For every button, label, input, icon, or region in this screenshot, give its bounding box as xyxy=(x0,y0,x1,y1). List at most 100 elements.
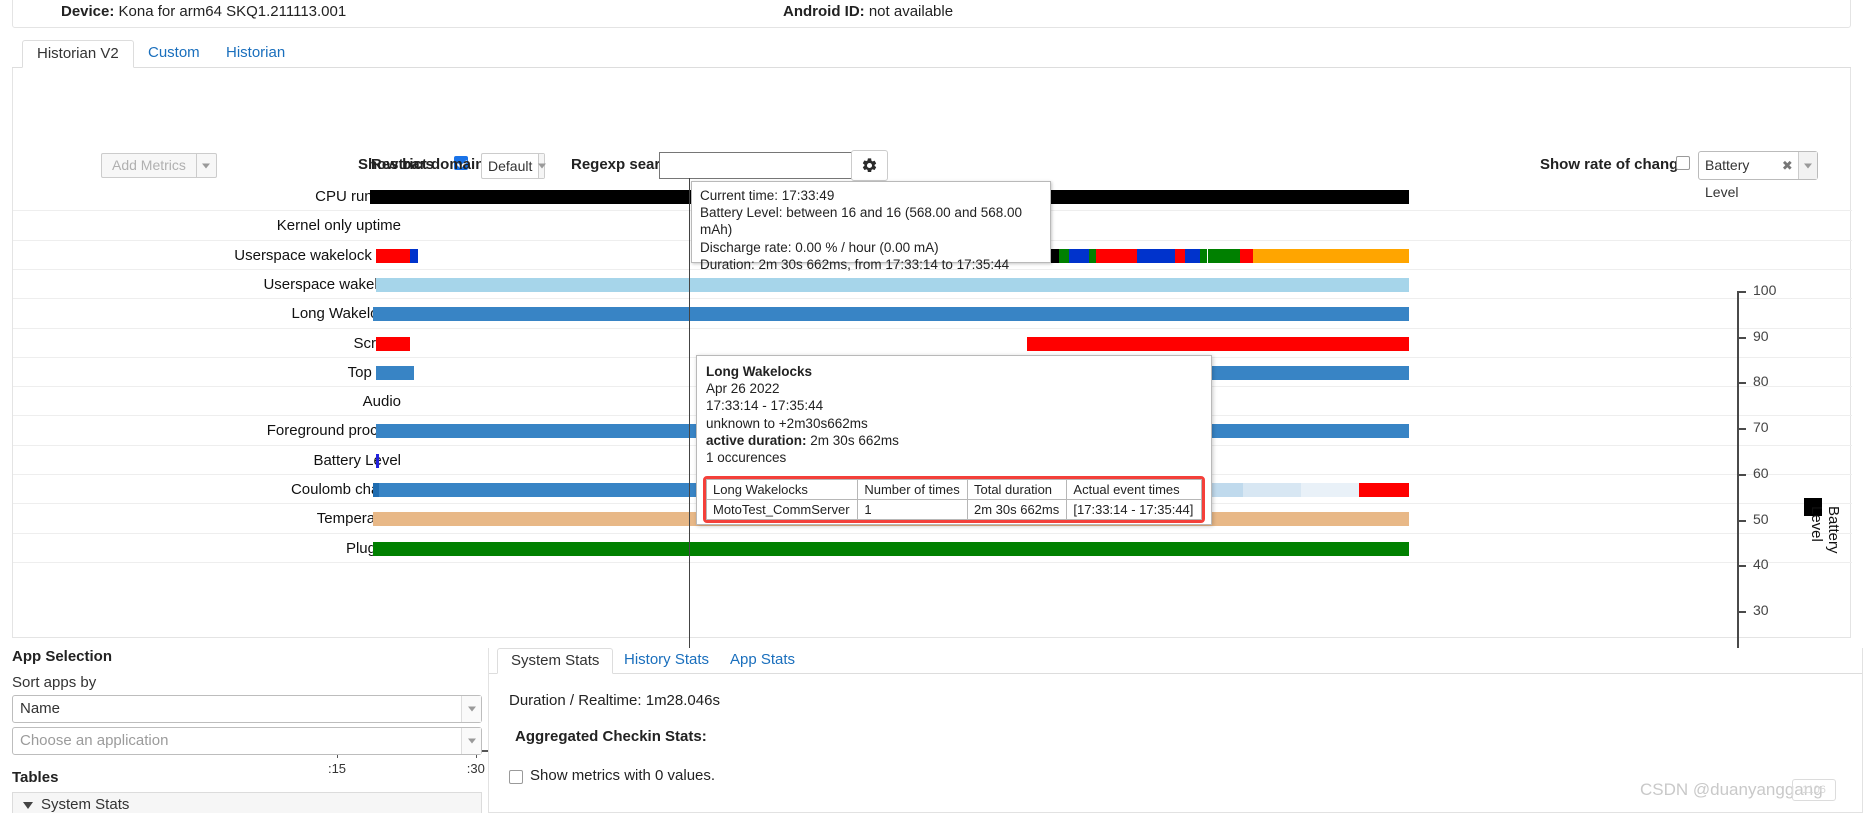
table-row: MotoTest_CommServer 1 2m 30s 662ms [17:33:1… xyxy=(705,499,1202,520)
battery-axis-tick xyxy=(1737,382,1746,385)
restrict-domain-value: Default xyxy=(488,158,533,174)
cursor-tooltip-line-3: Discharge rate: 0.00 % / hour (0.00 mA) xyxy=(700,239,939,255)
event-tooltip-range: 17:33:14 - 17:35:44 xyxy=(706,398,824,414)
timeline-bar-segment[interactable] xyxy=(375,248,410,263)
battery-axis-tick xyxy=(1737,336,1746,339)
android-id-label: Android ID: xyxy=(783,3,865,20)
device-label: Device: xyxy=(61,3,115,20)
timeline-bar-segment[interactable] xyxy=(1026,336,1410,351)
tab-history-stats[interactable]: History Stats xyxy=(611,648,722,674)
watermark-badge: 1106 xyxy=(1792,779,1836,801)
timeline-bar-segment[interactable] xyxy=(375,277,1410,292)
tab-custom[interactable]: Custom xyxy=(134,40,214,68)
timeline-bar-segment[interactable] xyxy=(1239,248,1253,263)
timeline-bar-segment[interactable] xyxy=(375,336,410,351)
show-zero-metrics-checkbox[interactable] xyxy=(509,770,523,784)
timeline-bar-segment[interactable] xyxy=(1095,248,1137,263)
timeline-row-divider xyxy=(13,327,1852,329)
table-cell: 1 xyxy=(857,499,968,520)
timeline-bar-segment[interactable] xyxy=(1200,248,1208,263)
battery-axis-tick-label: 50 xyxy=(1753,510,1769,527)
add-metrics-label: Add Metrics xyxy=(112,157,186,173)
event-tooltip-title: Long Wakelocks xyxy=(706,364,813,379)
timeline-bar-segment[interactable] xyxy=(1175,248,1185,263)
table-cell: [17:33:14 - 17:35:44] xyxy=(1066,499,1202,520)
timeline-row-divider xyxy=(13,561,1852,563)
timeline-bar-segment[interactable] xyxy=(1059,248,1070,263)
show-zero-metrics-label: Show metrics with 0 values. xyxy=(530,767,716,784)
choose-application-select[interactable]: Choose an application xyxy=(12,727,482,755)
timeline-bar-segment[interactable] xyxy=(375,453,379,468)
sort-apps-by-label: Sort apps by xyxy=(12,674,97,691)
timeline-row-divider xyxy=(13,532,1852,534)
timeline-bar-segment[interactable] xyxy=(373,541,1410,556)
timeline-bar-segment[interactable] xyxy=(1069,248,1089,263)
main-tabstrip: Historian V2 Custom Historian xyxy=(12,40,1851,68)
timeline-bar-segment[interactable] xyxy=(373,307,1410,322)
duration-realtime-text: Duration / Realtime: 1m28.046s xyxy=(509,692,720,709)
table-header-cell: Total duration xyxy=(966,479,1068,500)
timeline-bar-segment[interactable] xyxy=(375,365,414,380)
table-header-row: Long Wakelocks Number of times Total durat… xyxy=(705,479,1202,500)
event-tooltip-table-wrapper: Long Wakelocks Number of times Total durat… xyxy=(703,476,1205,523)
event-tooltip-active-duration-value: 2m 30s 662ms xyxy=(810,432,899,448)
tab-historian-v2[interactable]: Historian V2 xyxy=(22,40,134,68)
battery-axis-tick xyxy=(1737,610,1746,613)
historian-chart-panel: Add Metrics Show bars Restrict domain De… xyxy=(12,68,1852,804)
sort-apps-by-arrow[interactable] xyxy=(461,696,481,722)
timeline-bar-segment[interactable] xyxy=(1136,248,1175,263)
regexp-search-input[interactable] xyxy=(659,152,867,179)
timeline-bar-segment[interactable] xyxy=(1242,483,1301,497)
timeline-bar-segment[interactable] xyxy=(1358,483,1410,497)
timeline-bar-segment[interactable] xyxy=(409,248,419,263)
tab-system-stats[interactable]: System Stats xyxy=(497,648,614,674)
timeline-bar-segment[interactable] xyxy=(1252,248,1410,263)
tables-item-label: System Stats xyxy=(41,796,130,813)
battery-axis-tick-label: 80 xyxy=(1753,373,1769,390)
table-cell: MotoTest_CommServer xyxy=(705,499,859,520)
timeline-bar-segment[interactable] xyxy=(1184,248,1201,263)
timeline-row-label: Kernel only uptime xyxy=(276,217,401,235)
table-cell: 2m 30s 662ms xyxy=(966,499,1068,520)
show-rate-of-change-label: Show rate of change xyxy=(1540,156,1687,173)
collapse-triangle-icon xyxy=(23,801,33,809)
table-header-cell: Long Wakelocks xyxy=(705,479,859,500)
event-tooltip-active-duration: active duration: 2m 30s 662ms xyxy=(706,432,1202,449)
time-cursor-line xyxy=(689,178,690,706)
table-header-cell: Number of times xyxy=(857,479,968,500)
table-body: MotoTest_CommServer 1 2m 30s 662ms [17:33:1… xyxy=(705,499,1202,520)
event-tooltip-date: Apr 26 2022 xyxy=(706,381,780,397)
timeline-row-label: Battery Level xyxy=(313,451,401,469)
metric-remove-icon[interactable]: ✖ xyxy=(1782,152,1798,179)
timeline-bar-segment[interactable] xyxy=(1300,483,1359,497)
device-info-bar: Device: Kona for arm64 SKQ1.211113.001 A… xyxy=(12,0,1851,28)
sort-apps-by-value: Name xyxy=(20,700,61,717)
tables-item-system-stats[interactable]: System Stats xyxy=(12,792,482,813)
restrict-domain-arrow[interactable] xyxy=(537,154,546,178)
battery-axis-title: Battery Level xyxy=(1808,506,1842,554)
cursor-tooltip-line-4: Duration: 2m 30s 662ms, from 17:33:14 to… xyxy=(700,256,1010,272)
tables-title: Tables xyxy=(12,769,59,786)
add-metrics-dropdown-arrow[interactable] xyxy=(195,154,216,177)
tab-app-stats[interactable]: App Stats xyxy=(717,648,808,674)
battery-axis-tick-label: 30 xyxy=(1753,601,1769,618)
show-rate-of-change-checkbox[interactable] xyxy=(1676,156,1690,170)
battery-axis-tick-label: 90 xyxy=(1753,327,1769,344)
timeline-row-divider xyxy=(13,298,1852,300)
app-selection-panel: App Selection Sort apps by Name Choose a… xyxy=(12,648,482,813)
choose-application-arrow[interactable] xyxy=(461,728,481,754)
cursor-tooltip: Current time: 17:33:49 Battery Level: be… xyxy=(691,181,1051,272)
timeline-bar-segment[interactable] xyxy=(1088,248,1096,263)
timeline-bar-segment[interactable] xyxy=(1207,248,1240,263)
add-metrics-button[interactable]: Add Metrics xyxy=(101,153,217,178)
choose-application-placeholder: Choose an application xyxy=(20,732,169,749)
metric-selector-value: Battery Level xyxy=(1705,157,1750,200)
device-info: Device: Kona for arm64 SKQ1.211113.001 xyxy=(61,3,346,20)
sort-apps-by-select[interactable]: Name xyxy=(12,695,482,723)
battery-axis-tick-label: 40 xyxy=(1753,556,1769,573)
battery-axis-tick xyxy=(1737,519,1746,522)
metric-dropdown-arrow[interactable] xyxy=(1797,152,1817,179)
battery-axis-tick xyxy=(1737,291,1746,293)
battery-axis-tick xyxy=(1737,473,1746,476)
tab-historian[interactable]: Historian xyxy=(212,40,299,68)
